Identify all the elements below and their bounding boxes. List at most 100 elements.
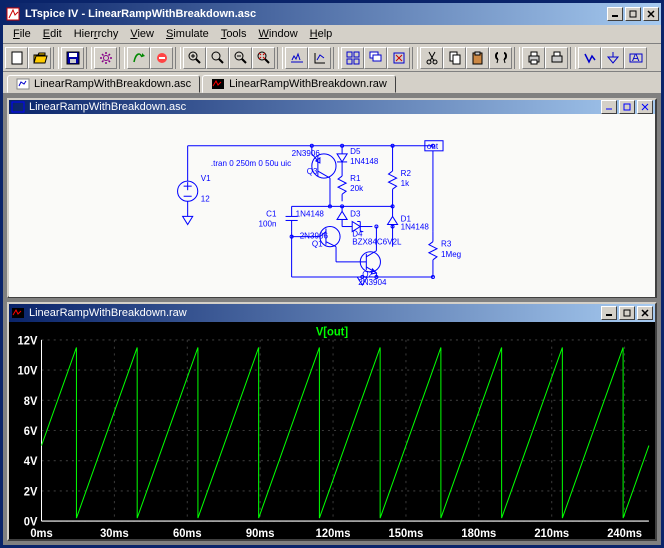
menu-tools[interactable]: Tools [215,26,253,42]
schematic-icon [16,78,30,90]
tab-label: LinearRampWithBreakdown.raw [229,78,387,90]
svg-text:R3: R3 [441,240,452,249]
schematic-icon [11,101,25,113]
svg-text:1Meg: 1Meg [441,250,461,259]
app-window: LTspice IV - LinearRampWithBreakdown.asc… [0,0,664,548]
schem-maximize-button[interactable] [619,100,635,114]
toolbar: A [3,44,661,72]
schem-close-button[interactable] [637,100,653,114]
waveform-canvas[interactable]: 0V2V4V6V8V10V12V0ms30ms60ms90ms120ms150m… [9,322,655,539]
menubar: File Edit Hierrrchy View Simulate Tools … [3,25,661,44]
axes-button[interactable] [308,47,331,69]
svg-text:60ms: 60ms [173,526,202,539]
zoom-area-button[interactable] [183,47,206,69]
menu-file[interactable]: File [7,26,37,42]
waveform-window: LinearRampWithBreakdown.raw 0V2V4V6V8V10… [7,302,657,541]
autorange-button[interactable] [285,47,308,69]
document-tabs: LinearRampWithBreakdown.asc LinearRampWi… [3,72,661,94]
svg-text:1k: 1k [401,179,410,188]
new-schematic-button[interactable] [5,47,28,69]
schematic-canvas[interactable]: V112 2N3906Q3 D51N4148 R120k R21k [9,114,655,297]
menu-help[interactable]: Help [304,26,339,42]
svg-text:12V: 12V [18,334,38,348]
svg-text:8V: 8V [24,394,38,408]
svg-text:12: 12 [201,194,210,203]
app-icon [5,6,21,22]
menu-view[interactable]: View [124,26,160,42]
svg-text:D3: D3 [350,209,361,218]
svg-text:V1: V1 [201,174,211,183]
zoom-fit-button[interactable] [252,47,275,69]
svg-text:A: A [632,52,640,64]
minimize-button[interactable] [607,7,623,21]
maximize-button[interactable] [625,7,641,21]
run-button[interactable] [127,47,150,69]
svg-text:BZX84C6V2L: BZX84C6V2L [352,238,402,247]
close-button[interactable] [643,7,659,21]
svg-text:Q1: Q1 [312,240,323,249]
copy-button[interactable] [443,47,466,69]
zoom-out-button[interactable] [229,47,252,69]
print-setup-button[interactable] [545,47,568,69]
schematic-window: LinearRampWithBreakdown.asc V1 12 [7,98,657,298]
svg-text:240ms: 240ms [607,526,642,539]
svg-text:90ms: 90ms [246,526,275,539]
svg-text:1N4148: 1N4148 [296,209,325,218]
svg-text:C1: C1 [266,209,277,218]
svg-text:150ms: 150ms [389,526,424,539]
svg-text:30ms: 30ms [100,526,129,539]
tile-button[interactable] [341,47,364,69]
tab-raw[interactable]: LinearRampWithBreakdown.raw [202,75,396,93]
svg-text:4V: 4V [24,455,38,469]
save-button[interactable] [61,47,84,69]
titlebar: LTspice IV - LinearRampWithBreakdown.asc [3,3,661,25]
menu-window[interactable]: Window [253,26,304,42]
menu-hierarchy[interactable]: Hierrrchy [68,26,125,42]
cut-button[interactable] [420,47,443,69]
svg-text:10V: 10V [18,364,38,378]
svg-text:R2: R2 [401,169,412,178]
svg-text:180ms: 180ms [461,526,496,539]
waveform-titlebar: LinearRampWithBreakdown.raw [9,304,655,322]
draw-wire-button[interactable] [578,47,601,69]
menu-edit[interactable]: Edit [37,26,68,42]
close-all-button[interactable] [387,47,410,69]
cascade-button[interactable] [364,47,387,69]
ground-button[interactable] [601,47,624,69]
paste-button[interactable] [466,47,489,69]
svg-text:0ms: 0ms [30,526,53,539]
find-button[interactable] [489,47,512,69]
svg-text:6V: 6V [24,425,38,439]
wave-minimize-button[interactable] [601,306,617,320]
pan-button[interactable] [206,47,229,69]
schem-minimize-button[interactable] [601,100,617,114]
svg-text:2V: 2V [24,485,38,499]
svg-text:2N3904: 2N3904 [358,278,387,287]
waveform-icon [211,78,225,90]
wave-close-button[interactable] [637,306,653,320]
svg-text:Q3: Q3 [307,167,318,176]
svg-text:120ms: 120ms [316,526,351,539]
svg-text:1N4148: 1N4148 [350,157,379,166]
svg-text:out: out [427,142,439,151]
svg-text:V[out]: V[out] [316,325,348,339]
svg-text:D5: D5 [350,147,361,156]
control-panel-button[interactable] [94,47,117,69]
wave-maximize-button[interactable] [619,306,635,320]
svg-text:R1: R1 [350,174,361,183]
schematic-titlebar: LinearRampWithBreakdown.asc [9,100,655,114]
tab-asc[interactable]: LinearRampWithBreakdown.asc [7,75,200,93]
schematic-title: LinearRampWithBreakdown.asc [29,101,186,113]
waveform-icon [11,307,25,319]
waveform-title: LinearRampWithBreakdown.raw [29,307,187,319]
tab-label: LinearRampWithBreakdown.asc [34,78,191,90]
open-button[interactable] [28,47,51,69]
app-title: LTspice IV - LinearRampWithBreakdown.asc [25,8,256,20]
print-button[interactable] [522,47,545,69]
svg-text:1N4148: 1N4148 [401,223,430,232]
halt-button[interactable] [150,47,173,69]
svg-text:100n: 100n [259,220,277,229]
label-button[interactable]: A [624,47,647,69]
mdi-area: LinearRampWithBreakdown.asc V1 12 [3,94,661,545]
menu-simulate[interactable]: Simulate [160,26,215,42]
